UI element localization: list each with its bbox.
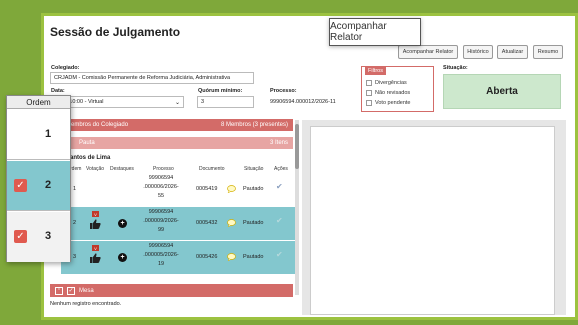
filtro-label: Divergências	[375, 80, 407, 86]
checkbox-icon[interactable]: ✓	[14, 230, 27, 243]
mesa-empty-message: Nenhum registro encontrado.	[50, 301, 122, 307]
processo-line: 19	[157, 260, 165, 267]
scrollbar-thumb[interactable]	[295, 124, 299, 169]
vote-badge: V	[92, 245, 99, 251]
colegiado-select[interactable]: CRJADM - Comissão Permanente de Reforma …	[50, 72, 254, 84]
header-documento: Documento	[199, 166, 225, 172]
filtro-divergencias[interactable]: Divergências	[366, 80, 407, 86]
atualizar-button[interactable]: Atualizar	[497, 45, 528, 59]
quorum-label: Quórum mínimo:	[198, 88, 243, 94]
processo-line: 99906594	[148, 209, 174, 215]
page-title: Sessão de Julgamento	[50, 25, 181, 39]
check-icon[interactable]: ✔	[276, 250, 283, 259]
header-destaques: Destaques	[110, 166, 134, 172]
header-situacao: Situação	[244, 166, 264, 172]
ordem-item[interactable]: ✓ 2	[7, 161, 70, 211]
row-documento[interactable]: 0005426	[196, 253, 217, 262]
row-situacao: Pautado	[243, 186, 264, 192]
ordem-panel: Ordem 1 ✓ 2 ✓ 3	[6, 95, 71, 262]
ordem-item[interactable]: 1	[7, 110, 70, 160]
checkbox-icon: ✓	[67, 286, 75, 295]
data-label: Data:	[51, 88, 65, 94]
row-processo[interactable]: 99906594 .000009/2026- 99	[138, 208, 184, 234]
situacao-status: Aberta	[443, 74, 561, 109]
quorum-value: 3	[201, 99, 205, 105]
row-ordem: 1	[73, 186, 77, 192]
ordem-header: Ordem	[7, 96, 70, 109]
header-ordem: rdem	[70, 166, 82, 172]
filtro-voto-pendente[interactable]: Voto pendente	[366, 100, 410, 106]
processo-value: 99906594.000012/2026-11	[270, 99, 336, 105]
membros-count: 8 Membros (3 presentes)	[220, 122, 288, 128]
quorum-input[interactable]: 3	[197, 96, 254, 108]
row-documento[interactable]: 0005432	[196, 219, 217, 228]
row-situacao: Pautado	[243, 254, 264, 260]
comment-icon[interactable]	[227, 253, 236, 261]
thumbs-up-icon[interactable]	[90, 253, 101, 263]
chevron-up-icon[interactable]: ⌃	[55, 286, 63, 295]
tooltip: Acompanhar Relator	[329, 18, 421, 46]
header-acoes: Ações	[274, 166, 288, 172]
row-ordem: 3	[73, 254, 77, 260]
vote-badge: V	[92, 211, 99, 217]
plus-circle-icon[interactable]: +	[118, 219, 127, 228]
checkbox-icon[interactable]: ✓	[14, 179, 27, 192]
comment-icon[interactable]	[227, 185, 236, 193]
filtros-title: Filtros	[365, 67, 386, 75]
ordem-number: 1	[45, 128, 52, 140]
mesa-section-bar[interactable]: ⌃ ✓ Mesa	[50, 284, 293, 297]
pauta-section-bar[interactable]: Pauta 3 Itens	[50, 137, 293, 149]
processo-line: .000006/2026-	[143, 183, 179, 190]
processo-line: .000005/2026-	[143, 251, 179, 258]
processo-line: 55	[157, 192, 165, 199]
group-name: antos de Lima	[70, 155, 111, 161]
checkbox-icon[interactable]	[366, 90, 372, 96]
document-viewer	[310, 126, 555, 315]
checkbox-icon[interactable]	[366, 80, 372, 86]
row-ordem: 2	[73, 220, 77, 226]
colegiado-label: Colegiado:	[51, 65, 80, 71]
plus-circle-icon[interactable]: +	[118, 253, 127, 262]
historico-button[interactable]: Histórico	[463, 45, 493, 59]
colegiado-value: CRJADM - Comissão Permanente de Reforma …	[54, 75, 231, 81]
processo-line: 99906594	[148, 243, 174, 249]
row-documento[interactable]: 0005419	[196, 185, 217, 194]
resumo-button[interactable]: Resumo	[533, 45, 563, 59]
processo-label: Processo:	[270, 88, 297, 94]
mesa-title: Mesa	[79, 287, 94, 294]
row-processo[interactable]: 99906594 .000005/2026- 19	[138, 242, 184, 268]
chevron-down-icon: ⌄	[174, 99, 180, 106]
situacao-label: Situação:	[443, 65, 468, 71]
ordem-item[interactable]: ✓ 3	[7, 212, 70, 262]
comment-icon[interactable]	[227, 219, 236, 227]
header-votacao: Votação	[86, 166, 105, 172]
header-processo: Processo	[153, 166, 174, 172]
processo-line: 99906594	[148, 175, 174, 181]
ordem-number: 2	[45, 179, 52, 191]
processo-line: .000009/2026-	[143, 217, 179, 224]
membros-section-bar[interactable]: embros do Colegiado 8 Membros (3 present…	[50, 119, 293, 131]
check-icon[interactable]: ✔	[276, 182, 283, 191]
thumbs-up-icon[interactable]	[90, 219, 101, 229]
ordem-number: 3	[45, 230, 52, 242]
processo-line: 99	[157, 226, 165, 233]
check-icon[interactable]: ✔	[276, 216, 283, 225]
row-processo[interactable]: 99906594 .000006/2026- 55	[138, 174, 184, 200]
pauta-count: 3 Itens	[269, 140, 288, 146]
checkbox-icon[interactable]	[366, 100, 372, 106]
filtro-label: Não revisados	[375, 90, 411, 96]
row-situacao: Pautado	[243, 220, 264, 226]
acompanhar-relator-button[interactable]: Acompanhar Relator	[398, 45, 458, 59]
filtro-nao-revisados[interactable]: Não revisados	[366, 90, 410, 96]
filtro-label: Voto pendente	[375, 100, 411, 106]
